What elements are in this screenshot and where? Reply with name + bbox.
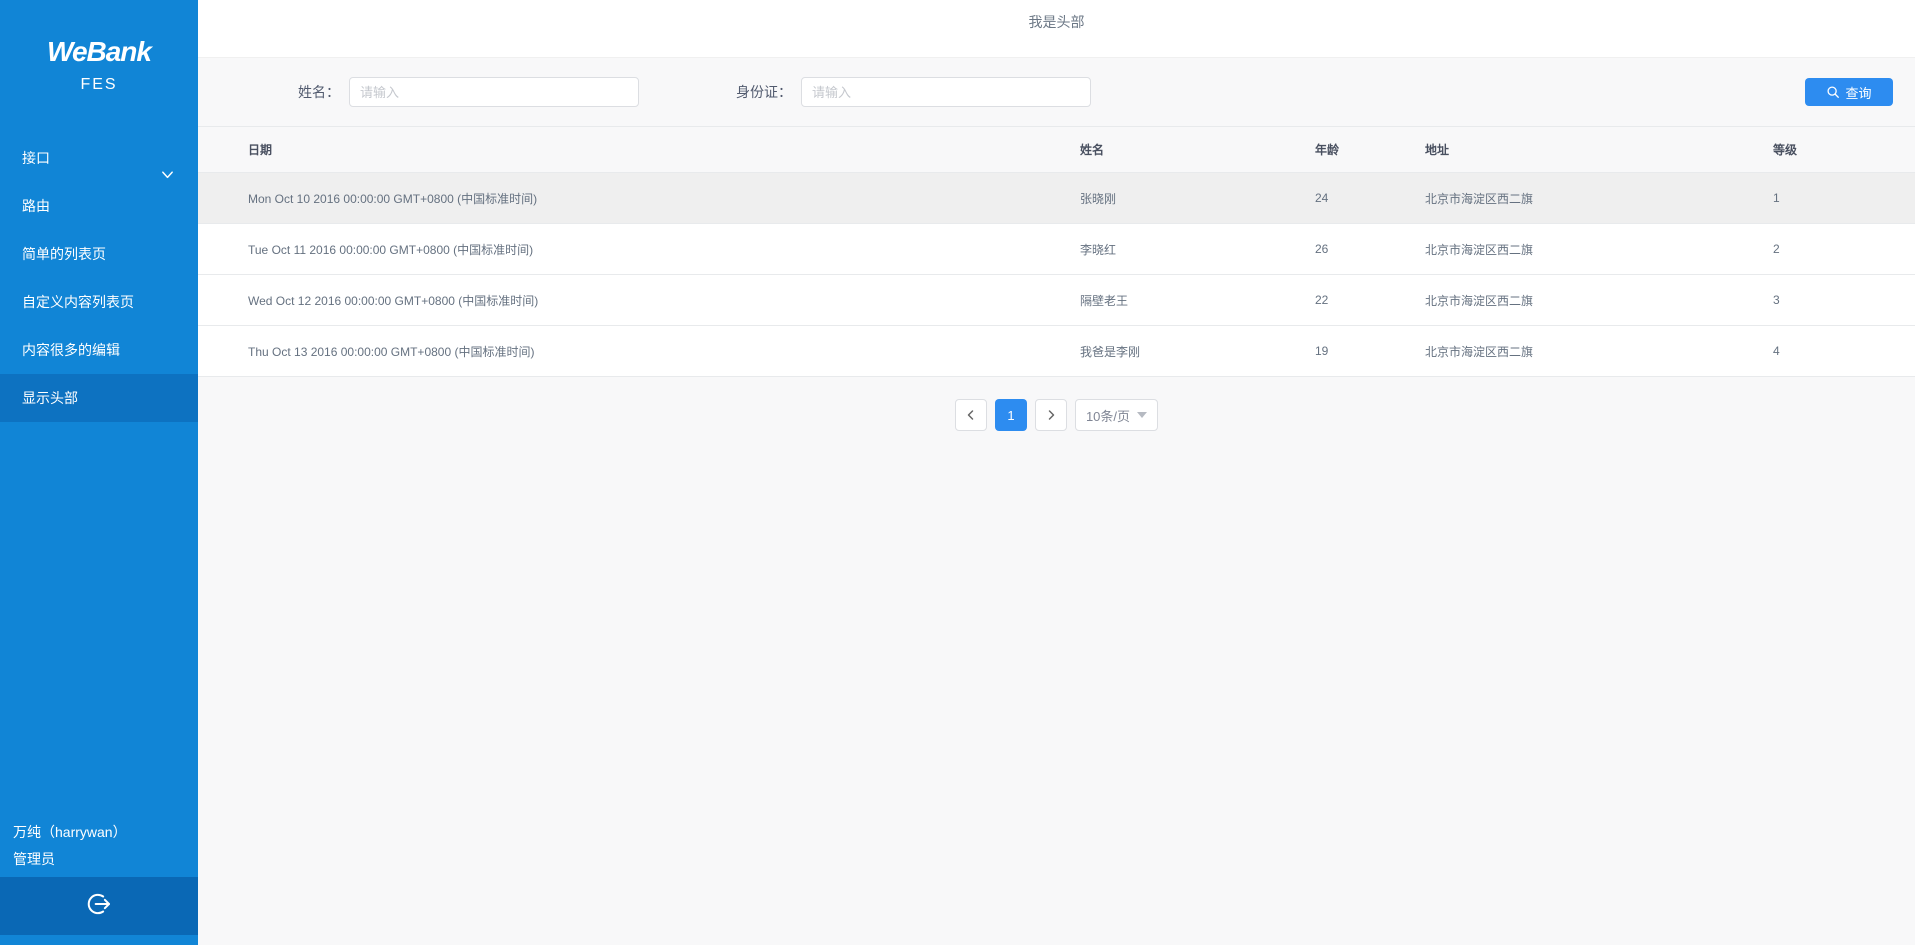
cell-level: 3 bbox=[1773, 275, 1915, 326]
page-size-label: 10条/页 bbox=[1086, 406, 1130, 425]
sidebar-item-label: 自定义内容列表页 bbox=[22, 294, 134, 310]
id-label: 身份证： bbox=[736, 82, 792, 102]
sidebar-item-label: 路由 bbox=[22, 198, 50, 214]
logout-bar[interactable] bbox=[0, 877, 198, 935]
cell-age: 22 bbox=[1315, 275, 1425, 326]
cell-address: 北京市海淀区西二旗 bbox=[1425, 326, 1773, 377]
cell-age: 19 bbox=[1315, 326, 1425, 377]
cell-level: 4 bbox=[1773, 326, 1915, 377]
sidebar-item-label: 内容很多的编辑 bbox=[22, 342, 120, 358]
user-name: 万纯（harrywan） bbox=[13, 819, 127, 846]
column-header-address: 地址 bbox=[1425, 127, 1773, 173]
cell-level: 1 bbox=[1773, 173, 1915, 224]
pagination: 1 10条/页 bbox=[198, 399, 1915, 431]
cell-address: 北京市海淀区西二旗 bbox=[1425, 173, 1773, 224]
cell-address: 北京市海淀区西二旗 bbox=[1425, 275, 1773, 326]
page-number-button[interactable]: 1 bbox=[995, 399, 1027, 431]
page-header-title: 我是头部 bbox=[1029, 14, 1085, 30]
cell-name: 张晓刚 bbox=[1080, 173, 1315, 224]
cell-name: 我爸是李刚 bbox=[1080, 326, 1315, 377]
cell-level: 2 bbox=[1773, 224, 1915, 275]
cell-date: Mon Oct 10 2016 00:00:00 GMT+0800 (中国标准时… bbox=[198, 173, 1080, 224]
prev-page-button[interactable] bbox=[955, 399, 987, 431]
query-button[interactable]: 查询 bbox=[1805, 78, 1893, 106]
sidebar-item-label: 显示头部 bbox=[22, 390, 78, 406]
column-header-date: 日期 bbox=[198, 127, 1080, 173]
page-header: 我是头部 bbox=[198, 0, 1915, 58]
sidebar-item-custom-list[interactable]: 自定义内容列表页 bbox=[0, 278, 198, 326]
table-row: Thu Oct 13 2016 00:00:00 GMT+0800 (中国标准时… bbox=[198, 326, 1915, 377]
cell-address: 北京市海淀区西二旗 bbox=[1425, 224, 1773, 275]
next-page-button[interactable] bbox=[1035, 399, 1067, 431]
user-role: 管理员 bbox=[13, 846, 127, 873]
column-header-age: 年龄 bbox=[1315, 127, 1425, 173]
search-icon bbox=[1826, 85, 1840, 99]
cell-date: Thu Oct 13 2016 00:00:00 GMT+0800 (中国标准时… bbox=[198, 326, 1080, 377]
sidebar-item-label: 接口 bbox=[22, 150, 50, 166]
chevron-right-icon bbox=[1045, 409, 1057, 421]
table-row: Tue Oct 11 2016 00:00:00 GMT+0800 (中国标准时… bbox=[198, 224, 1915, 275]
cell-age: 24 bbox=[1315, 173, 1425, 224]
name-label: 姓名： bbox=[298, 82, 340, 102]
name-input[interactable] bbox=[349, 77, 639, 107]
main-content: 我是头部 姓名： 身份证： 查询 日期 姓名 年龄 地址 等级 bbox=[198, 0, 1915, 945]
column-header-level: 等级 bbox=[1773, 127, 1915, 173]
page-size-select[interactable]: 10条/页 bbox=[1075, 399, 1158, 431]
logo-fes: FES bbox=[0, 76, 198, 94]
table-row: Mon Oct 10 2016 00:00:00 GMT+0800 (中国标准时… bbox=[198, 173, 1915, 224]
logout-icon[interactable] bbox=[84, 889, 114, 924]
cell-date: Wed Oct 12 2016 00:00:00 GMT+0800 (中国标准时… bbox=[198, 275, 1080, 326]
table-row: Wed Oct 12 2016 00:00:00 GMT+0800 (中国标准时… bbox=[198, 275, 1915, 326]
table-header-row: 日期 姓名 年龄 地址 等级 bbox=[198, 127, 1915, 173]
cell-name: 李晓红 bbox=[1080, 224, 1315, 275]
sidebar-item-route[interactable]: 路由 bbox=[0, 182, 198, 230]
cell-date: Tue Oct 11 2016 00:00:00 GMT+0800 (中国标准时… bbox=[198, 224, 1080, 275]
sidebar-menu: 接口 路由 简单的列表页 自定义内容列表页 内容很多的编辑 显示头部 bbox=[0, 134, 198, 422]
cell-name: 隔壁老王 bbox=[1080, 275, 1315, 326]
sidebar-item-rich-edit[interactable]: 内容很多的编辑 bbox=[0, 326, 198, 374]
sidebar: WeBank FES 接口 路由 简单的列表页 自定义内容列表页 内容很多的编辑… bbox=[0, 0, 198, 945]
caret-down-icon bbox=[1137, 412, 1147, 418]
search-form: 姓名： 身份证： 查询 bbox=[198, 58, 1915, 126]
cell-age: 26 bbox=[1315, 224, 1425, 275]
user-info: 万纯（harrywan） 管理员 bbox=[0, 819, 127, 873]
query-button-label: 查询 bbox=[1845, 83, 1871, 102]
column-header-name: 姓名 bbox=[1080, 127, 1315, 173]
id-input[interactable] bbox=[801, 77, 1091, 107]
logo-webank: WeBank bbox=[0, 36, 198, 68]
sidebar-item-show-header[interactable]: 显示头部 bbox=[0, 374, 198, 422]
logo: WeBank FES bbox=[0, 0, 198, 94]
chevron-left-icon bbox=[965, 409, 977, 421]
data-table: 日期 姓名 年龄 地址 等级 Mon Oct 10 2016 00:00:00 … bbox=[198, 126, 1915, 377]
sidebar-item-label: 简单的列表页 bbox=[22, 246, 106, 262]
sidebar-item-api[interactable]: 接口 bbox=[0, 134, 198, 182]
sidebar-item-simple-list[interactable]: 简单的列表页 bbox=[0, 230, 198, 278]
